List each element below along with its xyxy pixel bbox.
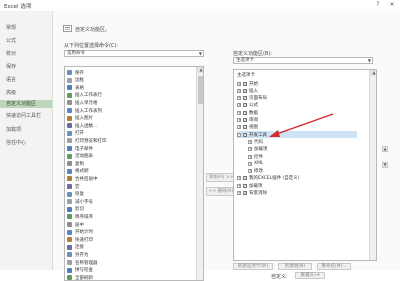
window-title: Excel 选项 [4,4,32,10]
annotation-arrow [269,113,334,137]
close-button[interactable]: ✕ [388,1,396,9]
new-tab-button[interactable]: 新建选项卡(W) [233,263,273,270]
rename-button[interactable]: 重命名(M)... [317,263,351,270]
sidebar-item-proofing[interactable]: 校对 [6,50,16,57]
reset-button[interactable]: 重置(E) ▾ [295,272,325,279]
sidebar-item-quick-access-toolbar[interactable]: 快速访问工具栏 [6,112,41,119]
main-panel: 自定义功能区。 从下列位置选择命令(C): 常用命令 ▼ 保存 边框 表格 插入工作表… [53,11,400,281]
sidebar-item-customize-ribbon[interactable]: 自定义功能区 [0,100,52,108]
sidebar-item-save[interactable]: 保存 [6,63,16,70]
command-label: 全部刷新 [75,275,93,281]
new-group-button[interactable]: 新建组(N) [278,263,312,270]
command-icon [67,275,72,280]
sidebar-item-formulas[interactable]: 公式 [6,37,16,44]
annotation-arrow-head [269,130,280,137]
move-up-button[interactable]: ▲ [382,146,388,152]
help-button[interactable]: ? [374,1,382,9]
title-bar: Excel 选项 ? ✕ [0,0,400,11]
sidebar-item-general[interactable]: 常规 [6,24,16,31]
move-down-button[interactable]: ▼ [382,162,388,168]
command-list-item[interactable]: 全部刷新 [67,274,93,281]
sidebar-item-add-ins[interactable]: 加载项 [6,126,21,133]
sidebar-item-language[interactable]: 语言 [6,76,16,83]
customize-label: 自定义: [271,274,288,280]
sidebar-item-trust-center[interactable]: 信任中心 [6,139,26,146]
sidebar-item-advanced[interactable]: 高级 [6,89,16,96]
annotation-arrow-line [270,113,334,137]
options-sidebar: 常规 公式 校对 保存 语言 高级 自定义功能区 快速访问工具栏 加载项 信任中… [0,11,53,270]
